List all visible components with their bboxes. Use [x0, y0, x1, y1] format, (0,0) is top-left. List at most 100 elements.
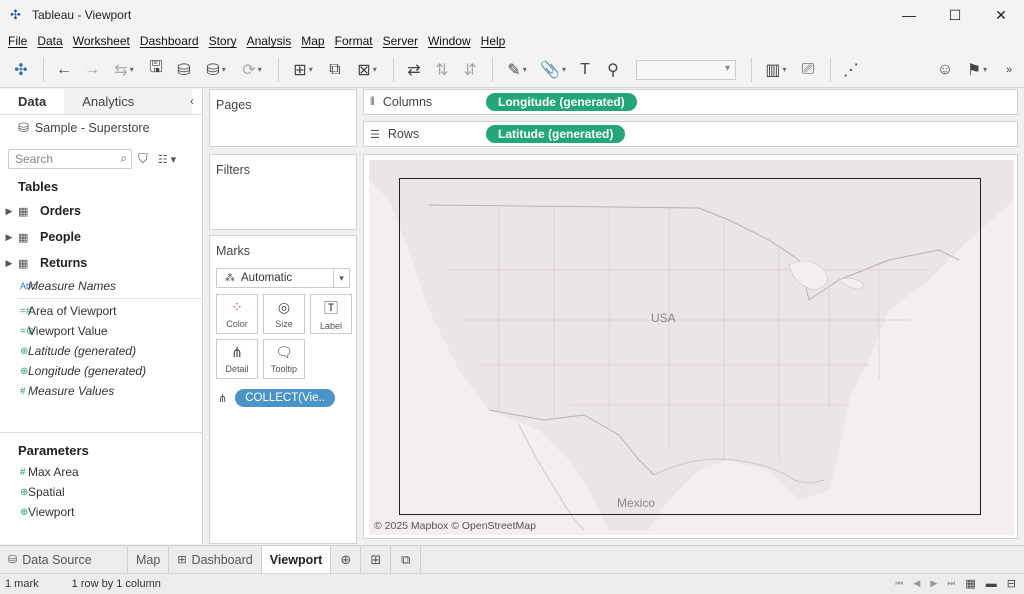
expand-arrow-icon[interactable]: ▶: [0, 232, 18, 243]
tab-data-source[interactable]: ⛁ Data Source: [0, 546, 128, 573]
menu-server[interactable]: Server: [378, 34, 423, 48]
mark-type-dropdown[interactable]: ⁂ Automatic ▾: [216, 268, 350, 288]
show-me-icon[interactable]: ▥ ▾: [759, 57, 793, 83]
next-sheet-icon[interactable]: ▶: [930, 578, 937, 589]
view-options-icon[interactable]: ☷ ▾: [158, 153, 176, 166]
new-story-tab-icon[interactable]: ⧉: [391, 546, 422, 573]
sort-descending-icon[interactable]: ⇵: [457, 57, 483, 83]
menu-analysis[interactable]: Analysis: [242, 34, 297, 48]
more-tools-icon[interactable]: »: [996, 57, 1022, 83]
field-measure-values[interactable]: # Measure Values: [0, 381, 202, 401]
field-latitude[interactable]: ⊕ Latitude (generated): [0, 341, 202, 361]
field-measure-names[interactable]: Abc Measure Names: [0, 276, 202, 296]
tooltip-button[interactable]: 🗨 Tooltip: [263, 339, 305, 379]
tab-label: Dashboard: [191, 552, 253, 567]
minimize-button[interactable]: —: [886, 0, 932, 30]
menu-story[interactable]: Story: [204, 34, 242, 48]
menu-worksheet[interactable]: Worksheet: [68, 34, 135, 48]
highlight-icon[interactable]: ✎ ▾: [500, 57, 534, 83]
columns-label: Columns: [382, 95, 433, 109]
close-button[interactable]: ✕: [978, 0, 1024, 30]
fix-axes-icon[interactable]: ⚲: [600, 57, 626, 83]
table-item-returns[interactable]: ▶ ▦ Returns: [0, 250, 202, 276]
menu-help[interactable]: Help: [476, 34, 511, 48]
first-sheet-icon[interactable]: ⏮: [895, 578, 903, 589]
viewport-rectangle: [399, 178, 981, 515]
prev-sheet-icon[interactable]: ◀: [913, 578, 920, 589]
new-dashboard-tab-icon[interactable]: ⊞: [361, 546, 392, 573]
map-attribution[interactable]: © 2025 Mapbox © OpenStreetMap: [374, 520, 536, 532]
size-button[interactable]: ◎ Size: [263, 294, 305, 334]
redo-icon[interactable]: →: [79, 57, 105, 83]
globe-icon: ⊕: [20, 486, 29, 498]
expand-arrow-icon[interactable]: ▶: [0, 206, 18, 217]
replay-icon[interactable]: ⇆ ▾: [107, 57, 141, 83]
show-labels-icon[interactable]: T: [572, 57, 598, 83]
param-max-area[interactable]: # Max Area: [0, 462, 202, 482]
columns-shelf[interactable]: ⦀ Columns Longitude (generated): [363, 89, 1018, 115]
pin-icon[interactable]: ⚑ ▾: [960, 57, 994, 83]
tab-viewport[interactable]: Viewport: [261, 546, 332, 573]
number-type-icon: #: [20, 385, 26, 397]
filter-icon[interactable]: ⛉: [138, 151, 148, 167]
ai-assistant-icon[interactable]: ☺: [932, 57, 958, 83]
tab-dashboard[interactable]: ⊞ Dashboard: [169, 546, 262, 573]
field-area-of-viewport[interactable]: =# Area of Viewport: [0, 301, 202, 321]
rows-shelf[interactable]: ☰ Rows Latitude (generated): [363, 121, 1018, 147]
param-viewport[interactable]: ⊕ Viewport: [0, 502, 202, 522]
menu-data[interactable]: Data: [32, 34, 67, 48]
table-icon: ▦: [18, 205, 29, 218]
fit-dropdown[interactable]: [636, 59, 736, 80]
new-worksheet-icon[interactable]: ⊞ ▾: [286, 57, 320, 83]
new-datasource-icon[interactable]: ⛁: [171, 57, 197, 83]
datasource-item[interactable]: ⛁ Sample - Superstore: [0, 115, 202, 141]
menu-file[interactable]: File: [3, 34, 32, 48]
swap-rows-columns-icon[interactable]: ⇄: [401, 57, 427, 83]
presentation-mode-icon[interactable]: ⎚: [795, 57, 821, 83]
tab-data[interactable]: Data: [0, 89, 65, 114]
field-longitude[interactable]: ⊕ Longitude (generated): [0, 361, 202, 381]
size-label: Size: [275, 319, 293, 329]
label-button[interactable]: 🅃 Label: [310, 294, 352, 334]
maximize-button[interactable]: ☐: [932, 0, 978, 30]
filters-shelf[interactable]: Filters: [209, 154, 357, 230]
table-name: People: [40, 230, 81, 244]
save-icon[interactable]: 🖫: [143, 57, 169, 83]
pause-updates-icon[interactable]: ⛁ ▾: [199, 57, 233, 83]
param-spatial[interactable]: ⊕ Spatial: [0, 482, 202, 502]
menu-format[interactable]: Format: [330, 34, 378, 48]
filmstrip-view-icon[interactable]: ▬: [986, 578, 997, 590]
group-members-icon[interactable]: 📎 ▾: [536, 57, 570, 83]
tabs-view-icon[interactable]: ⊟: [1007, 577, 1016, 590]
collect-viewport-pill[interactable]: COLLECT(Vie..: [235, 389, 335, 407]
grid-view-icon[interactable]: ▦: [965, 577, 975, 590]
tab-label: Viewport: [269, 552, 323, 567]
map-canvas[interactable]: USA Mexico © 2025 Mapbox © OpenStreetMap: [369, 160, 1014, 535]
expand-arrow-icon[interactable]: ▶: [0, 258, 18, 269]
table-item-orders[interactable]: ▶ ▦ Orders: [0, 198, 202, 224]
collapse-pane-icon[interactable]: ‹: [190, 94, 194, 108]
detail-button[interactable]: ⋔ Detail: [216, 339, 258, 379]
menu-window[interactable]: Window: [423, 34, 476, 48]
menu-dashboard[interactable]: Dashboard: [135, 34, 204, 48]
table-item-people[interactable]: ▶ ▦ People: [0, 224, 202, 250]
new-worksheet-tab-icon[interactable]: ⊕: [331, 546, 362, 573]
sort-ascending-icon[interactable]: ⇅: [429, 57, 455, 83]
pages-shelf[interactable]: Pages: [209, 89, 357, 147]
duplicate-sheet-icon[interactable]: ⧉: [322, 57, 348, 83]
clear-sheet-icon[interactable]: ⊠ ▾: [350, 57, 384, 83]
color-button[interactable]: ⁘ Color: [216, 294, 258, 334]
menu-map[interactable]: Map: [296, 34, 329, 48]
latitude-pill[interactable]: Latitude (generated): [486, 125, 626, 143]
last-sheet-icon[interactable]: ⏭: [947, 578, 955, 589]
share-icon[interactable]: ⋰: [838, 57, 864, 83]
tab-map[interactable]: Map: [128, 546, 170, 573]
search-input[interactable]: Search ⌕: [8, 149, 132, 169]
field-viewport-value[interactable]: =⊕ Viewport Value: [0, 321, 202, 341]
refresh-icon[interactable]: ⟳ ▾: [235, 57, 269, 83]
tableau-logo-icon[interactable]: ✣: [8, 57, 34, 83]
longitude-pill[interactable]: Longitude (generated): [486, 93, 637, 111]
globe-icon: ⊕: [20, 506, 29, 518]
undo-icon[interactable]: ←: [51, 57, 77, 83]
tab-analytics[interactable]: Analytics: [64, 89, 193, 114]
